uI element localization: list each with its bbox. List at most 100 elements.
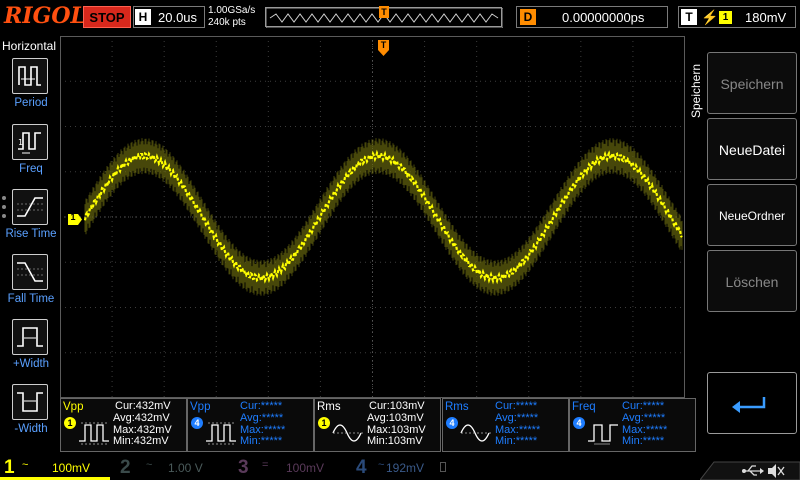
svg-text:1: 1 — [18, 138, 23, 147]
measurement-avg: Avg:103mV — [367, 411, 424, 424]
delay-box[interactable]: D 0.00000000ps — [516, 6, 668, 28]
waveform-display[interactable] — [60, 36, 685, 398]
speichern-button[interactable]: Speichern — [707, 52, 797, 114]
measurement-name: Vpp — [190, 401, 211, 413]
neue-datei-button[interactable]: NeueDatei — [707, 118, 797, 180]
neue-ordner-button[interactable]: NeueOrdner — [707, 184, 797, 246]
measurement-name: Vpp — [63, 401, 84, 413]
measurement-values: Cur:***** Avg:***** Max:***** Min:***** — [622, 400, 667, 448]
delay-letter: D — [520, 9, 536, 25]
right-menu-title: Speichern — [688, 44, 704, 144]
measurement-vpp-ch1[interactable]: Vpp 1 Cur:432mV Avg:432mV Max:432mV Min:… — [60, 398, 187, 452]
positive-width-icon — [12, 319, 48, 355]
coupling-ac-icon: ~ — [22, 459, 29, 471]
channel-scale: 100mV — [52, 461, 91, 475]
channel-1-waveform — [83, 138, 683, 296]
top-status-bar: RIGOL STOP H 20.0us 1.00GSa/s 240k pts T… — [0, 0, 800, 36]
trigger-source-badge: 1 — [719, 11, 732, 24]
coupling-ac-icon: ~ — [378, 459, 385, 471]
bandwidth-limit-icon — [440, 462, 446, 472]
rise-time-label: Rise Time — [5, 228, 57, 240]
channel-badge: 1 — [318, 417, 330, 429]
coupling-ac-icon: ~ — [146, 459, 153, 471]
loeschen-button[interactable]: Löschen — [707, 250, 797, 312]
measurement-min: Min:103mV — [367, 435, 423, 448]
measurement-avg: Avg:***** — [240, 411, 284, 424]
enter-arrow-icon — [732, 397, 766, 413]
horizontal-measure-menu: Horizontal Period 1 Freq Rise Time Fall … — [0, 36, 60, 456]
measure-fall-time[interactable]: Fall Time — [0, 254, 60, 316]
enter-button[interactable] — [707, 372, 797, 434]
status-tray — [700, 461, 800, 480]
measurement-name: Rms — [317, 401, 341, 413]
timebase-box[interactable]: H 20.0us — [133, 6, 205, 28]
trigger-box[interactable]: T ⚡ 1 180mV — [678, 6, 796, 28]
channel-number: 2 — [120, 457, 131, 478]
left-menu-title: Horizontal — [2, 39, 57, 53]
frequency-icon: 1 — [12, 124, 48, 160]
measure-positive-width[interactable]: +Width — [0, 319, 60, 381]
memory-depth: 240k pts — [208, 17, 246, 28]
channel-badge: 1 — [64, 417, 76, 429]
coupling-dc-icon: = — [262, 459, 269, 471]
measurement-rms-ch1[interactable]: Rms 1 Cur:103mV Avg:103mV Max:103mV Min:… — [314, 398, 441, 452]
measure-negative-width[interactable]: -Width — [0, 384, 60, 446]
channel-status-bar: 1 ~ 100mV 2 ~ 1.00 V 3 = 100mV 4 ~ 192mV — [0, 456, 800, 480]
channel-scale: 100mV — [286, 461, 325, 475]
measurement-min: Min:***** — [622, 435, 665, 448]
trigger-position-marker[interactable]: T — [378, 40, 389, 56]
rms-sine-icon — [460, 424, 491, 442]
measurement-avg: Avg:***** — [622, 411, 666, 424]
channel-number: 3 — [238, 457, 249, 478]
channel-1-offset-marker[interactable]: 1 — [68, 212, 82, 225]
measurement-values: Cur:432mV Avg:432mV Max:432mV Min:432mV — [113, 400, 172, 448]
measurement-min: Min:***** — [240, 435, 283, 448]
measure-rise-time[interactable]: Rise Time — [0, 189, 60, 251]
measurement-rms-ch4[interactable]: Rms 4 Cur:***** Avg:***** Max:***** Min:… — [442, 398, 569, 452]
rise-time-icon — [12, 189, 48, 225]
measure-freq[interactable]: 1 Freq — [0, 124, 60, 186]
channel-3-status[interactable]: 3 = 100mV — [236, 456, 348, 480]
fall-time-label: Fall Time — [7, 293, 55, 305]
channel-1-offset-label: 1 — [70, 212, 76, 222]
timebase-letter: H — [135, 9, 151, 25]
channel-2-status[interactable]: 2 ~ 1.00 V — [118, 456, 230, 480]
delay-value: 0.00000000ps — [562, 10, 645, 25]
overview-trigger-letter: T — [381, 7, 387, 17]
trigger-level: 180mV — [745, 10, 787, 25]
negative-width-icon — [12, 384, 48, 420]
channel-scale: 192mV — [386, 461, 425, 475]
timebase-value: 20.0us — [158, 10, 198, 25]
vpp-icon — [79, 422, 109, 445]
run-stop-button[interactable]: STOP — [83, 6, 131, 28]
right-menu-title-text: Speichern — [689, 63, 703, 119]
save-menu: Speichern Speichern NeueDatei NeueOrdner… — [685, 36, 800, 456]
measurement-values: Cur:***** Avg:***** Max:***** Min:***** — [240, 400, 285, 448]
sample-info: 1.00GSa/s 240k pts — [208, 5, 255, 29]
vpp-icon — [206, 422, 236, 445]
negative-width-label: -Width — [14, 423, 48, 435]
channel-badge: 4 — [191, 417, 203, 429]
rms-sine-icon — [332, 424, 363, 442]
measurement-name: Rms — [445, 401, 469, 413]
channel-1-status[interactable]: 1 ~ 100mV — [0, 456, 110, 480]
positive-width-label: +Width — [12, 358, 50, 370]
measurement-freq-ch4[interactable]: Freq 4 Cur:***** Avg:***** Max:***** Min… — [569, 398, 696, 452]
freq-label: Freq — [19, 163, 43, 175]
measurement-min: Min:***** — [495, 435, 538, 448]
measurement-name: Freq — [572, 401, 596, 413]
period-icon — [12, 58, 48, 94]
measurement-vpp-ch4[interactable]: Vpp 4 Cur:***** Avg:***** Max:***** Min:… — [187, 398, 314, 452]
fall-time-icon — [12, 254, 48, 290]
measure-period[interactable]: Period — [0, 58, 60, 120]
rising-edge-icon: ⚡ — [701, 9, 719, 25]
period-label: Period — [14, 97, 48, 109]
measurement-values: Cur:***** Avg:***** Max:***** Min:***** — [495, 400, 540, 448]
channel-badge: 4 — [446, 417, 458, 429]
overview-trigger-marker: T — [379, 6, 389, 18]
channel-scale: 1.00 V — [168, 461, 203, 475]
trigger-letter: T — [681, 9, 697, 25]
channel-4-status[interactable]: 4 ~ 192mV — [354, 456, 454, 480]
channel-number: 4 — [356, 457, 367, 478]
brand-logo: RIGOL — [4, 3, 86, 29]
